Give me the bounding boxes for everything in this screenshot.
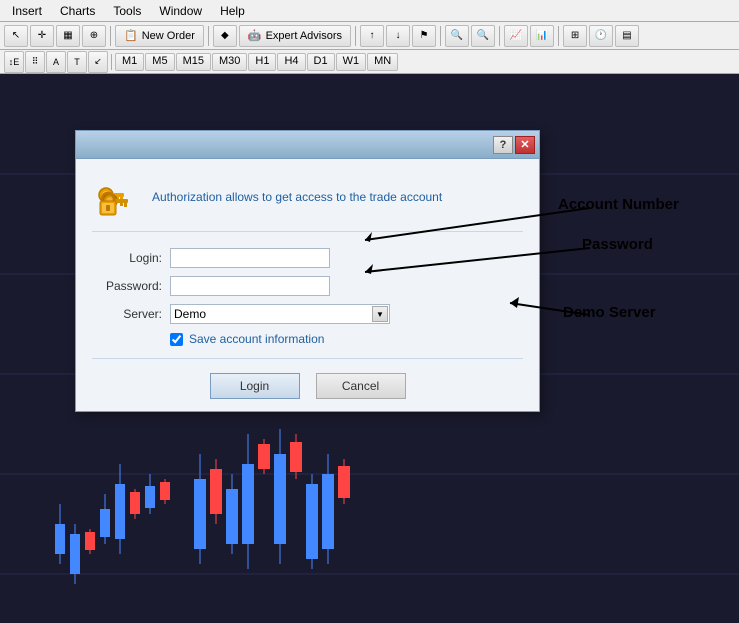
dialog-content: Authorization allows to get access to th…: [76, 159, 539, 411]
password-label: Password:: [92, 279, 162, 293]
save-info-row: Save account information: [170, 332, 523, 346]
dialog-help-button[interactable]: ?: [493, 136, 513, 154]
server-select-wrapper: Demo ▼: [170, 304, 390, 324]
server-label: Server:: [92, 307, 162, 321]
save-info-checkbox[interactable]: [170, 333, 183, 346]
dialog-header-row: Authorization allows to get access to th…: [92, 173, 523, 232]
server-row: Server: Demo ▼: [92, 304, 523, 324]
dialog-overlay: ? ✕: [0, 0, 739, 623]
login-row: Login:: [92, 248, 523, 268]
dialog-title-buttons: ? ✕: [493, 136, 535, 154]
login-button[interactable]: Login: [210, 373, 300, 399]
password-row: Password:: [92, 276, 523, 296]
dialog-titlebar: ? ✕: [76, 131, 539, 159]
login-input[interactable]: [170, 248, 330, 268]
login-label: Login:: [92, 251, 162, 265]
login-dialog: ? ✕: [75, 130, 540, 412]
save-info-label[interactable]: Save account information: [189, 332, 324, 346]
password-input[interactable]: [170, 276, 330, 296]
lock-icon: [92, 173, 140, 221]
dialog-divider: [92, 358, 523, 359]
dialog-close-button[interactable]: ✕: [515, 136, 535, 154]
dialog-header-text: Authorization allows to get access to th…: [152, 190, 442, 204]
dialog-buttons: Login Cancel: [92, 367, 523, 399]
cancel-button[interactable]: Cancel: [316, 373, 406, 399]
server-select[interactable]: Demo: [170, 304, 390, 324]
